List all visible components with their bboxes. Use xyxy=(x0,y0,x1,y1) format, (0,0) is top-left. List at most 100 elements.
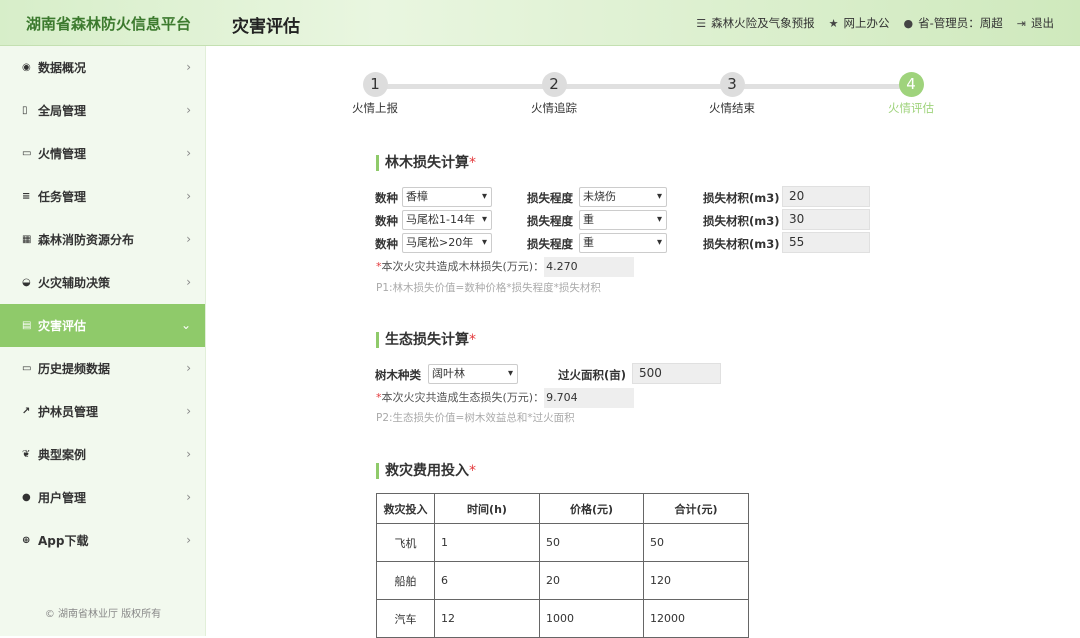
table-cell: 50 xyxy=(643,523,749,562)
sidebar-item-app-download[interactable]: ⊕ App下载 › xyxy=(0,519,205,562)
step-fire-end[interactable]: 3 火情结束 xyxy=(697,72,767,116)
eco-loss-title: 生态损失计算* xyxy=(376,332,476,348)
table-cell: 1000 xyxy=(539,599,644,638)
column-header: 时间(h) xyxy=(434,493,540,524)
step-fire-report[interactable]: 1 火情上报 xyxy=(340,72,410,116)
table-cell: 1 xyxy=(434,523,540,562)
section-title-text: 生态损失计算 xyxy=(385,332,469,348)
eco-loss-summary-label: 本次火灾共造成生态损失(万元)： xyxy=(381,391,545,404)
external-link-icon: ↗ xyxy=(22,405,31,417)
user-icon: ● xyxy=(22,491,31,503)
sidebar-item-typical-cases[interactable]: ❦ 典型案例 › xyxy=(0,433,205,476)
table-cell: 12000 xyxy=(643,599,749,638)
species-select[interactable]: 马尾松1-14年 xyxy=(402,210,492,230)
sidebar-item-label: 全局管理 xyxy=(38,104,87,118)
eco-loss-formula: P2:生态损失价值=树木效益总和*过火面积 xyxy=(376,412,575,424)
sidebar-item-label: 森林消防资源分布 xyxy=(38,233,135,247)
step-fire-assessment[interactable]: 4 火情评估 xyxy=(876,72,946,116)
sidebar-item-label: 火情管理 xyxy=(38,147,87,161)
sidebar-item-user-management[interactable]: ● 用户管理 › xyxy=(0,476,205,519)
burn-area-label: 过火面积(亩) xyxy=(558,368,627,382)
sidebar-item-resource-distribution[interactable]: ▦ 森林消防资源分布 › xyxy=(0,218,205,261)
chevron-right-icon: › xyxy=(186,146,191,160)
table-cell: 6 xyxy=(434,561,540,600)
section-title-text: 林木损失计算 xyxy=(385,155,469,171)
nav-logout-link[interactable]: ⇥ 退出 xyxy=(1017,15,1054,31)
volume-input[interactable]: 55 xyxy=(782,232,870,253)
volume-label: 损失材积(m3) xyxy=(703,237,780,251)
forest-loss-summary: *本次火灾共造成木林损失(万元)： 4.270 xyxy=(376,257,635,277)
burn-area-input[interactable]: 500 xyxy=(632,363,721,384)
sidebar-item-disaster-assessment[interactable]: ▤ 灾害评估 ⌄ xyxy=(0,304,205,347)
monitor-icon: ▭ xyxy=(22,147,32,159)
logout-icon: ⇥ xyxy=(1016,16,1026,30)
table-header-row: 救灾投入 时间(h) 价格(元) 合计(元) xyxy=(376,493,749,524)
sidebar-item-label: 用户管理 xyxy=(38,491,87,505)
chevron-right-icon: › xyxy=(186,275,191,289)
species-select[interactable]: 香樟 xyxy=(402,187,492,207)
stepper-track xyxy=(376,84,910,89)
table-cell: 50 xyxy=(539,523,644,562)
column-header: 合计(元) xyxy=(643,493,749,524)
species-label: 数种 xyxy=(375,191,398,205)
sidebar: ◉ 数据概况 › ▯ 全局管理 › ▭ 火情管理 › ≡ 任务管理 › ▦ 森林消防资源分布 › ◒… xyxy=(0,46,206,636)
step-fire-tracking[interactable]: 2 火情追踪 xyxy=(519,72,589,116)
column-header: 价格(元) xyxy=(539,493,644,524)
chevron-right-icon: › xyxy=(186,189,191,203)
app-brand[interactable]: 湖南省森林防火信息平台 xyxy=(26,13,191,34)
chevron-right-icon: › xyxy=(186,103,191,117)
chart-icon: ▤ xyxy=(22,319,32,331)
step-number: 4 xyxy=(898,72,924,97)
sidebar-item-label: 典型案例 xyxy=(38,448,87,462)
chevron-right-icon: › xyxy=(186,60,191,74)
species-select[interactable]: 马尾松>20年 xyxy=(402,233,492,253)
table-cell: 汽车 xyxy=(376,599,435,638)
step-number: 3 xyxy=(719,72,745,97)
nav-forecast-label: 森林火险及气象预报 xyxy=(711,16,815,30)
sidebar-item-label: 历史提频数据 xyxy=(38,362,111,376)
degree-label: 损失程度 xyxy=(527,237,573,251)
tasks-icon: ≡ xyxy=(22,190,31,202)
volume-label: 损失材积(m3) xyxy=(703,214,780,228)
tree-type-select[interactable]: 阔叶林 xyxy=(428,364,518,384)
chevron-right-icon: › xyxy=(186,490,191,504)
species-label: 数种 xyxy=(375,214,398,228)
table-cell: 船舶 xyxy=(376,561,435,600)
table-cell: 飞机 xyxy=(376,523,435,562)
nav-logout-label: 退出 xyxy=(1031,16,1054,30)
sidebar-item-fire-decision[interactable]: ◒ 火灾辅助决策 › xyxy=(0,261,205,304)
chevron-right-icon: › xyxy=(186,533,191,547)
chevron-down-icon: ⌄ xyxy=(180,318,191,332)
degree-select[interactable]: 重 xyxy=(579,210,667,230)
user-icon: ● xyxy=(903,16,914,30)
chevron-right-icon: › xyxy=(186,361,191,375)
laptop-icon: ▭ xyxy=(22,362,32,374)
table-row: 船舶 6 20 120 xyxy=(376,561,749,600)
nav-user-link[interactable]: ● 省-管理员：周超 xyxy=(904,15,1003,31)
forest-loss-title: 林木损失计算* xyxy=(376,155,476,171)
sidebar-item-label: 数据概况 xyxy=(38,61,87,75)
nav-office-link[interactable]: ★ 网上办公 xyxy=(829,15,890,31)
rescue-cost-table: 救灾投入 时间(h) 价格(元) 合计(元) 飞机 1 50 50 船舶 6 2… xyxy=(376,493,749,638)
step-label: 火情上报 xyxy=(352,101,398,115)
sidebar-item-fire-management[interactable]: ▭ 火情管理 › xyxy=(0,132,205,175)
list-icon: ☰ xyxy=(696,16,707,30)
forest-loss-total: 4.270 xyxy=(544,257,635,277)
degree-select[interactable]: 未烧伤 xyxy=(579,187,667,207)
volume-input[interactable]: 30 xyxy=(782,209,870,230)
nav-forecast-link[interactable]: ☰ 森林火险及气象预报 xyxy=(696,15,814,31)
forest-loss-formula: P1:林木损失价值=数种价格*损失程度*损失材积 xyxy=(376,282,601,294)
sidebar-item-ranger-management[interactable]: ↗ 护林员管理 › xyxy=(0,390,205,433)
degree-select[interactable]: 重 xyxy=(579,233,667,253)
degree-label: 损失程度 xyxy=(527,191,573,205)
step-label: 火情追踪 xyxy=(531,101,577,115)
sidebar-item-task-management[interactable]: ≡ 任务管理 › xyxy=(0,175,205,218)
page-title: 灾害评估 xyxy=(232,17,300,37)
sidebar-item-history-data[interactable]: ▭ 历史提频数据 › xyxy=(0,347,205,390)
sidebar-item-data-overview[interactable]: ◉ 数据概况 › xyxy=(0,46,205,89)
required-mark: * xyxy=(469,463,476,479)
volume-input[interactable]: 20 xyxy=(782,186,870,207)
rescue-cost-title: 救灾费用投入* xyxy=(376,463,476,479)
star-icon: ★ xyxy=(828,16,839,30)
sidebar-item-global-management[interactable]: ▯ 全局管理 › xyxy=(0,89,205,132)
